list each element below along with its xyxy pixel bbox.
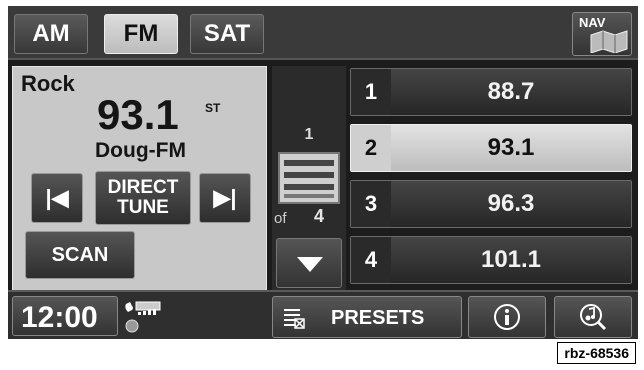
presets-list-icon [284, 309, 305, 329]
phone-icon[interactable] [122, 298, 166, 334]
preset-number: 3 [351, 181, 391, 227]
preset-list-icon[interactable] [278, 152, 340, 204]
preset-button-2[interactable]: 2 93.1 [350, 124, 632, 172]
clock-display: 12:00 [21, 301, 98, 334]
preset-number: 2 [351, 125, 391, 171]
clock-button[interactable]: 12:00 [12, 296, 118, 336]
seek-forward-button[interactable]: ▶| [199, 173, 251, 223]
band-am-button[interactable]: AM [14, 14, 88, 54]
preset-frequency: 93.1 [487, 134, 535, 161]
direct-tune-label-line1: DIRECT [107, 177, 179, 198]
map-icon [590, 30, 628, 53]
preset-frequency: 88.7 [487, 78, 535, 105]
band-fm-button[interactable]: FM [104, 14, 178, 54]
station-genre: Rock [21, 71, 75, 96]
music-search-button[interactable] [554, 296, 632, 338]
station-callsign: Doug-FM [95, 139, 186, 162]
bottom-bar: 12:00 PRESETS [8, 290, 638, 339]
preset-button-1[interactable]: 1 88.7 [350, 68, 632, 116]
info-button[interactable] [468, 296, 546, 338]
preset-frequency: 96.3 [487, 190, 535, 217]
seek-back-button[interactable]: |◀ [31, 173, 83, 223]
down-arrow-icon [297, 257, 323, 272]
preset-button-3[interactable]: 3 96.3 [350, 180, 632, 228]
direct-tune-label-line2: TUNE [117, 197, 169, 218]
info-icon [494, 304, 520, 330]
total-pages-number: 4 [314, 206, 325, 226]
preset-number: 1 [351, 69, 391, 115]
current-page-number: 1 [304, 126, 314, 143]
radio-screen: AM FM SAT NAV Rock 93.1 ST Doug-FM |◀ DI… [8, 6, 638, 339]
preset-button-4[interactable]: 4 101.1 [350, 236, 632, 284]
page-of-label: of [274, 210, 287, 227]
preset-pager: 1 of 4 [272, 66, 346, 294]
direct-tune-button[interactable]: DIRECT TUNE [95, 171, 191, 225]
station-frequency: 93.1 [97, 91, 179, 138]
nav-button[interactable]: NAV [572, 12, 632, 56]
band-sat-button[interactable]: SAT [190, 14, 264, 54]
station-info-panel: Rock 93.1 ST Doug-FM |◀ DIRECT TUNE ▶| S… [12, 66, 267, 294]
list-lines-icon [284, 160, 334, 198]
image-reference-label: rbz-68536 [557, 342, 636, 364]
scan-button[interactable]: SCAN [25, 231, 135, 279]
page-down-button[interactable] [276, 238, 342, 288]
presets-button[interactable]: PRESETS [272, 296, 462, 338]
presets-label: PRESETS [331, 307, 425, 329]
top-bar: AM FM SAT NAV [8, 6, 638, 60]
preset-frequency: 101.1 [480, 246, 542, 273]
music-search-icon [580, 304, 607, 331]
stereo-indicator: ST [205, 101, 221, 115]
preset-number: 4 [351, 237, 391, 283]
